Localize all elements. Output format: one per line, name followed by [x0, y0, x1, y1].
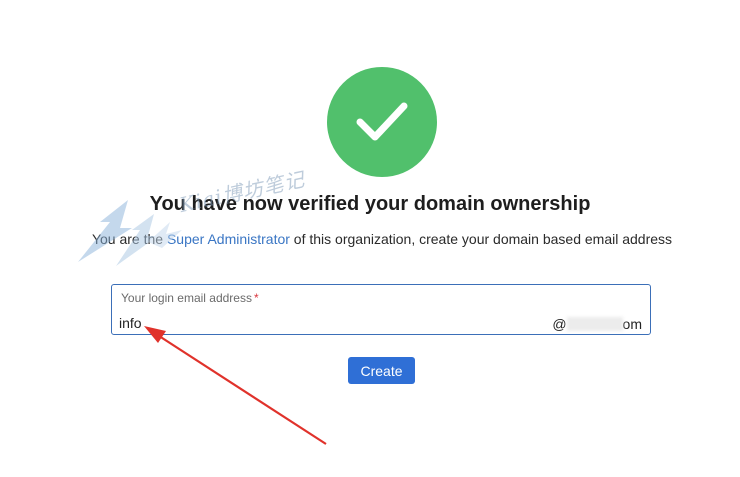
- domain-at-sign: @: [552, 316, 567, 332]
- success-checkmark-icon: [327, 67, 437, 177]
- login-email-field[interactable]: Your login email address* @ om: [111, 284, 651, 335]
- subtitle-text-end: of this organization, create your domain…: [289, 231, 673, 247]
- watermark-logo: Kiai博坊笔记: [70, 167, 360, 280]
- email-field-label: Your login email address *: [121, 291, 259, 305]
- subtitle-text-start: You are the: [91, 231, 167, 247]
- redacted-domain: [566, 317, 623, 331]
- checkmark-icon: [356, 102, 408, 141]
- email-username-input[interactable]: [119, 314, 519, 332]
- required-marker: *: [253, 291, 259, 305]
- email-label-text: Your login email address: [121, 291, 252, 305]
- page-subtitle: You are the Super Administrator of this …: [0, 231, 740, 247]
- domain-ending: om: [622, 316, 642, 332]
- page-title: You have now verified your domain owners…: [149, 193, 591, 215]
- watermark-logo-icon: [78, 200, 182, 266]
- super-administrator-link[interactable]: Super Administrator: [167, 231, 290, 247]
- email-domain-suffix: @ om: [552, 316, 642, 332]
- create-button[interactable]: Create: [348, 357, 415, 384]
